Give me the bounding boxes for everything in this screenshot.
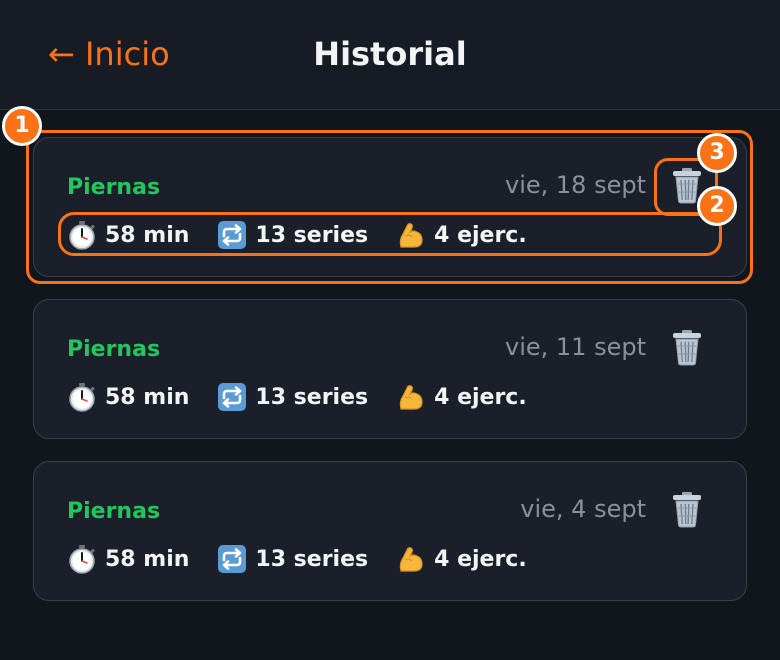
exercises-value: 4 ejerc. (434, 222, 527, 248)
stopwatch-icon (69, 545, 95, 574)
exercises-value: 4 ejerc. (434, 546, 527, 572)
series-stat: 13 series (217, 544, 368, 574)
flexed-biceps-icon (399, 547, 423, 572)
duration-value: 58 min (105, 384, 190, 410)
top-bar: ← Inicio Historial (0, 0, 780, 110)
annotation-badge-1: 1 (2, 106, 42, 146)
flexed-biceps-icon (399, 385, 423, 410)
exercises-stat: 4 ejerc. (396, 382, 527, 412)
workout-date: vie, 18 sept (505, 171, 646, 199)
workout-card[interactable]: Piernas vie, 18 sept 58 min 13 series 4 … (33, 137, 747, 277)
flexed-biceps-icon (399, 223, 423, 248)
exercises-value: 4 ejerc. (434, 384, 527, 410)
series-stat: 13 series (217, 382, 368, 412)
delete-workout-button[interactable] (670, 328, 704, 366)
workout-stats: 58 min 13 series 4 ejerc. (67, 218, 555, 252)
annotation-badge-3: 3 (697, 133, 737, 173)
stopwatch-icon (69, 221, 95, 250)
workout-name: Piernas (67, 175, 161, 200)
repeat-icon (218, 383, 247, 411)
series-value: 13 series (255, 384, 369, 410)
workout-stats: 58 min 13 series 4 ejerc. (67, 380, 555, 414)
duration-stat: 58 min (67, 220, 189, 250)
exercises-stat: 4 ejerc. (396, 544, 527, 574)
trash-icon (673, 492, 701, 528)
delete-workout-button[interactable] (670, 490, 704, 528)
duration-value: 58 min (105, 222, 190, 248)
series-value: 13 series (255, 546, 369, 572)
duration-value: 58 min (105, 546, 190, 572)
page-title-text: Historial (313, 35, 467, 73)
trash-icon (673, 330, 701, 366)
annotation-badge-2: 2 (697, 186, 737, 226)
repeat-icon (218, 221, 247, 249)
duration-stat: 58 min (67, 544, 189, 574)
workout-card[interactable]: Piernas vie, 11 sept 58 min 13 series 4 … (33, 299, 747, 439)
workout-name: Piernas (67, 499, 161, 524)
stopwatch-icon (69, 383, 95, 412)
workout-date: vie, 11 sept (505, 333, 646, 361)
series-value: 13 series (255, 222, 369, 248)
workout-name: Piernas (67, 337, 161, 362)
repeat-icon (218, 545, 247, 573)
workout-stats: 58 min 13 series 4 ejerc. (67, 542, 555, 576)
exercises-stat: 4 ejerc. (396, 220, 527, 250)
workout-card[interactable]: Piernas vie, 4 sept 58 min 13 series 4 e… (33, 461, 747, 601)
workout-date: vie, 4 sept (520, 495, 646, 523)
page-title: Historial (0, 34, 780, 74)
series-stat: 13 series (217, 220, 368, 250)
duration-stat: 58 min (67, 382, 189, 412)
